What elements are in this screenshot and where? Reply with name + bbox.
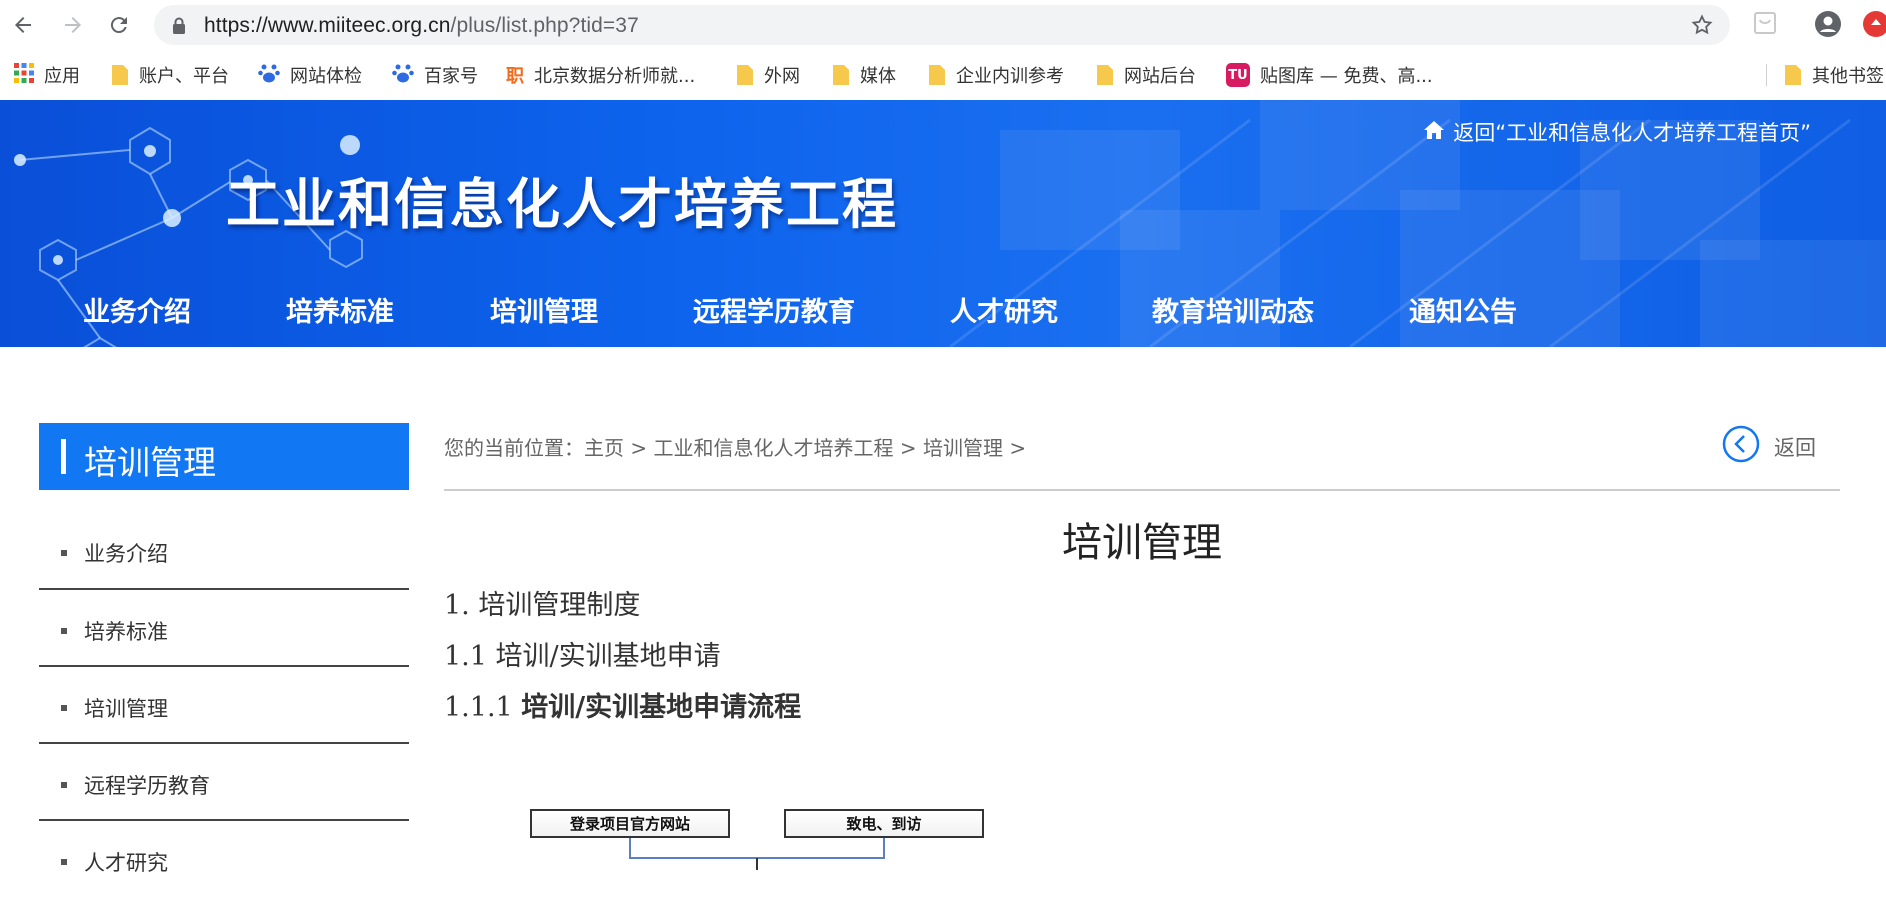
bullet-icon	[61, 782, 67, 788]
bullet-icon	[61, 550, 67, 556]
lock-icon	[172, 17, 186, 38]
nav-training-standard[interactable]: 培养标准	[286, 290, 394, 329]
home-icon	[1423, 120, 1445, 145]
nav-talent-research[interactable]: 人才研究	[950, 290, 1058, 329]
nav-notices[interactable]: 通知公告	[1409, 290, 1517, 329]
bookmark-tietuku[interactable]: TU 贴图库 — 免费、高...	[1226, 61, 1433, 89]
sidebar-item-business-intro[interactable]: 业务介绍	[39, 490, 409, 590]
return-home-link[interactable]: 返回“工业和信息化人才培养工程首页”	[1423, 117, 1811, 147]
bookmark-accounts[interactable]: 账户、平台	[111, 61, 229, 89]
breadcrumb-home[interactable]: 主页	[584, 436, 624, 460]
extension-icon[interactable]	[1752, 10, 1782, 40]
flow-step-login-website: 登录项目官方网站	[530, 809, 730, 838]
site-title: 工业和信息化人才培养工程	[226, 173, 898, 236]
bookmarks-bar: 应用 账户、平台 网站体检 百家号 职 北京数据分析师就... 外网 媒体 企业…	[0, 50, 1886, 100]
nav-training-management[interactable]: 培训管理	[490, 290, 598, 329]
account-avatar-icon[interactable]	[1814, 10, 1844, 40]
forward-arrow-icon[interactable]	[56, 8, 90, 42]
section-heading-1-1: 1.1 培训/实训基地申请	[444, 641, 721, 672]
baidu-paw-icon	[392, 62, 414, 89]
chevron-left-circle-icon	[1722, 425, 1760, 468]
tu-icon: TU	[1226, 63, 1250, 87]
address-bar[interactable]: https://www.miiteec.org.cn/plus/list.php…	[154, 5, 1730, 45]
content-divider	[444, 489, 1840, 491]
bookmark-external[interactable]: 外网	[736, 61, 800, 89]
bookmark-site-admin[interactable]: 网站后台	[1096, 61, 1196, 89]
bookmark-site-check[interactable]: 网站体检	[258, 61, 362, 89]
folder-icon	[1096, 64, 1114, 86]
breadcrumb: 您的当前位置：主页 > 工业和信息化人才培养工程 > 培训管理 >	[444, 436, 1027, 460]
sidebar-item-distance-education[interactable]: 远程学历教育	[39, 744, 409, 821]
folder-icon	[111, 64, 129, 86]
reload-icon[interactable]	[102, 8, 136, 42]
baidu-paw-icon	[258, 62, 280, 89]
bookmark-star-icon[interactable]	[1690, 13, 1714, 41]
extension-red-icon[interactable]	[1862, 10, 1886, 40]
sidebar-header: 培训管理	[39, 423, 409, 490]
bookmarks-divider	[1766, 64, 1767, 86]
bookmark-training-ref[interactable]: 企业内训参考	[928, 61, 1064, 89]
sidebar-header-bar	[61, 439, 66, 474]
nav-training-news[interactable]: 教育培训动态	[1152, 290, 1314, 329]
folder-icon	[736, 64, 754, 86]
sidebar-item-training-standard[interactable]: 培养标准	[39, 590, 409, 667]
sidebar: 培训管理 业务介绍 培养标准 培训管理 远程学历教育 人才研究	[39, 423, 409, 898]
bullet-icon	[61, 628, 67, 634]
bullet-icon	[61, 705, 67, 711]
browser-toolbar: https://www.miiteec.org.cn/plus/list.php…	[0, 0, 1886, 50]
site-header-banner: 工业和信息化人才培养工程 返回“工业和信息化人才培养工程首页” 业务介绍 培养标…	[0, 100, 1886, 347]
bullet-icon	[61, 859, 67, 865]
folder-icon	[832, 64, 850, 86]
bookmark-other[interactable]: 其他书签	[1784, 61, 1884, 89]
flow-step-call-visit: 致电、到访	[784, 809, 984, 838]
section-heading-1: 1. 培训管理制度	[444, 590, 641, 621]
job-icon: 职	[506, 66, 524, 87]
back-button[interactable]: 返回	[1722, 425, 1816, 468]
breadcrumb-project[interactable]: 工业和信息化人才培养工程	[653, 436, 893, 460]
section-heading-1-1-1: 1.1.1 培训/实训基地申请流程	[444, 692, 802, 723]
bookmark-media[interactable]: 媒体	[832, 61, 896, 89]
apps-grid-icon	[14, 62, 34, 88]
breadcrumb-training[interactable]: 培训管理	[923, 436, 1003, 460]
sidebar-item-training-management[interactable]: 培训管理	[39, 667, 409, 744]
bookmark-beijing-data[interactable]: 职 北京数据分析师就...	[506, 61, 695, 89]
bookmark-baijiahao[interactable]: 百家号	[392, 61, 478, 89]
nav-business-intro[interactable]: 业务介绍	[83, 290, 191, 329]
folder-icon	[1784, 64, 1802, 86]
folder-icon	[928, 64, 946, 86]
sidebar-item-talent-research[interactable]: 人才研究	[39, 821, 409, 898]
bookmark-apps[interactable]: 应用	[14, 61, 80, 89]
url-text: https://www.miiteec.org.cn/plus/list.php…	[204, 14, 639, 37]
nav-distance-education[interactable]: 远程学历教育	[693, 290, 855, 329]
back-arrow-icon[interactable]	[6, 8, 40, 42]
page-title: 培训管理	[1062, 520, 1222, 566]
